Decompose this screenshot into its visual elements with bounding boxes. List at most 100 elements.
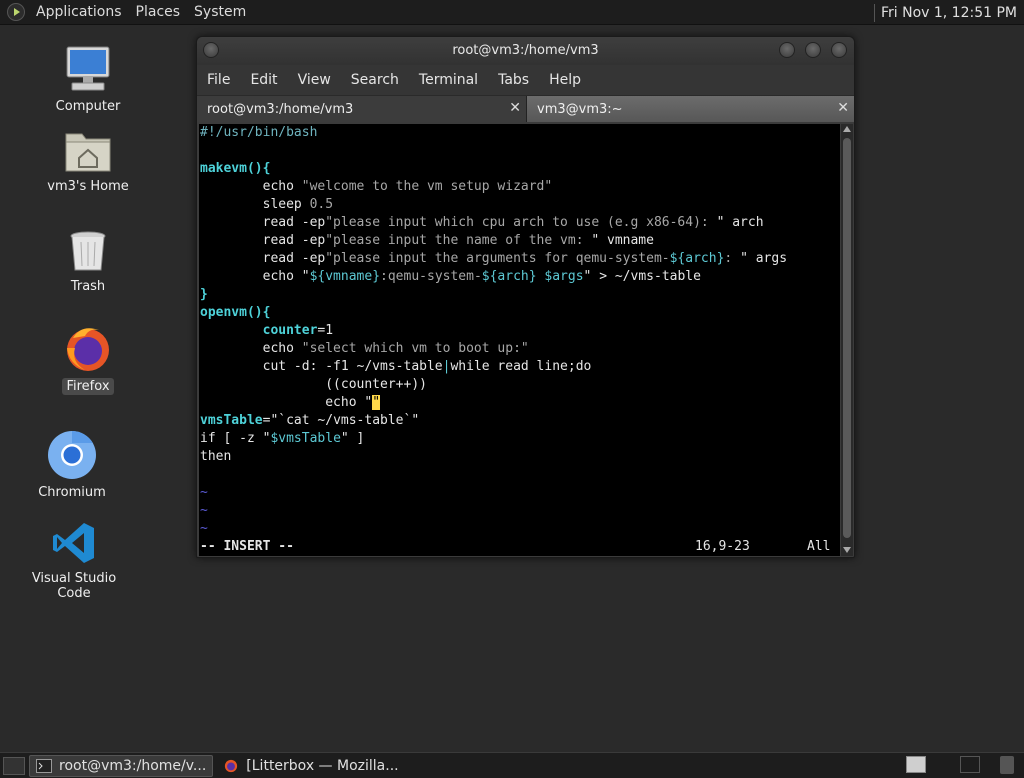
menu-tabs[interactable]: Tabs <box>488 72 539 88</box>
code-text: "welcome to the vm setup wizard" <box>301 179 553 194</box>
chromium-icon <box>48 431 96 479</box>
window-title-bar[interactable]: root@vm3:/home/vm3 <box>197 37 854 65</box>
code-line: echo "select which vm to boot up:" <box>200 340 840 358</box>
code-line: echo "welcome to the vm setup wizard" <box>200 178 840 196</box>
vscode-icon <box>53 523 94 563</box>
code-text: cut -d: -f1 ~/vms-table <box>200 359 443 374</box>
firefox-icon <box>225 759 238 772</box>
terminal-scrollbar[interactable] <box>841 124 853 556</box>
desktop-icon-label: Chromium <box>38 485 106 500</box>
code-text: : <box>724 251 741 266</box>
menu-search[interactable]: Search <box>341 72 409 88</box>
code-text: echo <box>200 269 302 284</box>
bottom-panel: root@vm3:/home/v... [Litterbox — Mozilla… <box>0 752 1024 778</box>
code-line: then <box>200 448 840 466</box>
menu-view[interactable]: View <box>288 72 341 88</box>
menu-applications[interactable]: Applications <box>29 4 129 20</box>
window-title: root@vm3:/home/vm3 <box>452 43 599 58</box>
code-text: echo <box>200 179 302 194</box>
menu-places[interactable]: Places <box>129 4 188 20</box>
vim-status-line: -- INSERT -- 16,9-23 All <box>199 538 840 556</box>
scroll-up-icon[interactable] <box>843 126 851 132</box>
computer-icon <box>66 46 110 91</box>
code-text: } <box>200 287 208 302</box>
workspace-2[interactable] <box>960 756 980 773</box>
code-line: echo "" <box>200 394 840 412</box>
code-line: cut -d: -f1 ~/vms-table|while read line;… <box>200 358 840 376</box>
code-line: read -ep"please input which cpu arch to … <box>200 214 840 232</box>
tab-vm3[interactable]: vm3@vm3:~ ✕ <box>527 96 854 122</box>
code-line: ((counter++)) <box>200 376 840 394</box>
code-text: "select which vm to boot up:" <box>301 341 529 356</box>
desktop-icon-chromium[interactable]: Chromium <box>17 430 127 501</box>
desktop-icon-label: Visual Studio Code <box>31 571 117 601</box>
vim-mode-indicator: -- INSERT -- <box>200 539 294 554</box>
tab-close-icon[interactable]: ✕ <box>837 100 849 116</box>
menu-terminal[interactable]: Terminal <box>409 72 488 88</box>
scroll-position: All <box>807 539 831 554</box>
desktop-icon-label: Firefox <box>62 378 114 395</box>
menu-edit[interactable]: Edit <box>240 72 287 88</box>
code-text: sleep <box>200 197 310 212</box>
empty-line-marker: ~ <box>200 485 208 500</box>
cursor-position: 16,9-23 <box>695 539 750 554</box>
code-text: ((counter++)) <box>200 377 427 392</box>
code-text: read -ep <box>200 233 326 248</box>
code-line: } <box>200 286 840 304</box>
code-text: :qemu-system- <box>380 269 482 284</box>
code-line: read -ep"please input the arguments for … <box>200 250 840 268</box>
terminal-content[interactable]: #!/usr/bin/bash makevm(){ echo "welcome … <box>199 124 840 556</box>
panel-separator <box>873 3 875 22</box>
code-text: ${arch} <box>669 251 725 266</box>
code-text: read -ep <box>200 251 326 266</box>
clock[interactable]: Fri Nov 1, 12:51 PM <box>881 5 1024 21</box>
code-text: " vmname <box>591 233 654 248</box>
desktop-icon-trash[interactable]: Trash <box>33 228 143 295</box>
desktop-icon-computer[interactable]: Computer <box>33 44 143 115</box>
code-text: counter <box>200 323 318 338</box>
panel-trash-icon[interactable] <box>1000 756 1014 774</box>
code-text: read -ep <box>200 215 326 230</box>
code-text: " <box>301 269 310 284</box>
code-line: echo "${vmname}:qemu-system-${arch} $arg… <box>200 268 840 286</box>
tab-label: vm3@vm3:~ <box>537 102 623 117</box>
code-line: #!/usr/bin/bash <box>200 124 840 142</box>
code-text: ${arch} <box>481 269 537 284</box>
taskbar-item-firefox[interactable]: [Litterbox — Mozilla... <box>217 755 404 777</box>
show-desktop-button[interactable] <box>3 756 25 775</box>
taskbar-item-terminal[interactable]: root@vm3:/home/v... <box>29 754 214 777</box>
tab-close-icon[interactable]: ✕ <box>509 100 521 116</box>
desktop-icon-label: Trash <box>70 279 106 294</box>
minimize-button[interactable] <box>779 42 795 58</box>
code-line: sleep 0.5 <box>200 196 840 214</box>
code-text: "please input which cpu arch to use (e.g… <box>325 215 717 230</box>
code-line: makevm(){ <box>200 160 840 178</box>
menu-help[interactable]: Help <box>539 72 591 88</box>
desktop-icon-firefox[interactable]: Firefox <box>33 324 143 395</box>
scrollbar-thumb[interactable] <box>843 138 851 538</box>
menu-file[interactable]: File <box>197 72 240 88</box>
tab-root[interactable]: root@vm3:/home/vm3 ✕ <box>197 96 527 122</box>
code-text: $vmsTable <box>270 431 341 446</box>
mate-logo-icon[interactable] <box>7 3 25 21</box>
code-line: counter=1 <box>200 322 840 340</box>
code-text: " ] <box>340 431 365 446</box>
home-folder-icon <box>65 133 111 172</box>
terminal-icon <box>36 758 52 773</box>
empty-line-marker: ~ <box>200 503 208 518</box>
firefox-icon <box>67 328 109 371</box>
desktop-icon-vscode[interactable]: Visual Studio Code <box>19 520 129 602</box>
desktop-icon-label: Computer <box>55 99 121 114</box>
close-button[interactable] <box>831 42 847 58</box>
code-line: ~ <box>200 520 840 538</box>
menu-system[interactable]: System <box>187 4 253 20</box>
workspace-1[interactable] <box>906 756 926 773</box>
code-text: #!/usr/bin/bash <box>200 125 318 140</box>
code-text: while read line;do <box>450 359 592 374</box>
terminal-window[interactable]: root@vm3:/home/vm3 File Edit View Search… <box>196 36 855 558</box>
scroll-down-icon[interactable] <box>843 547 851 553</box>
maximize-button[interactable] <box>805 42 821 58</box>
desktop-icon-home[interactable]: vm3's Home <box>33 126 143 195</box>
empty-line-marker: ~ <box>200 521 208 536</box>
